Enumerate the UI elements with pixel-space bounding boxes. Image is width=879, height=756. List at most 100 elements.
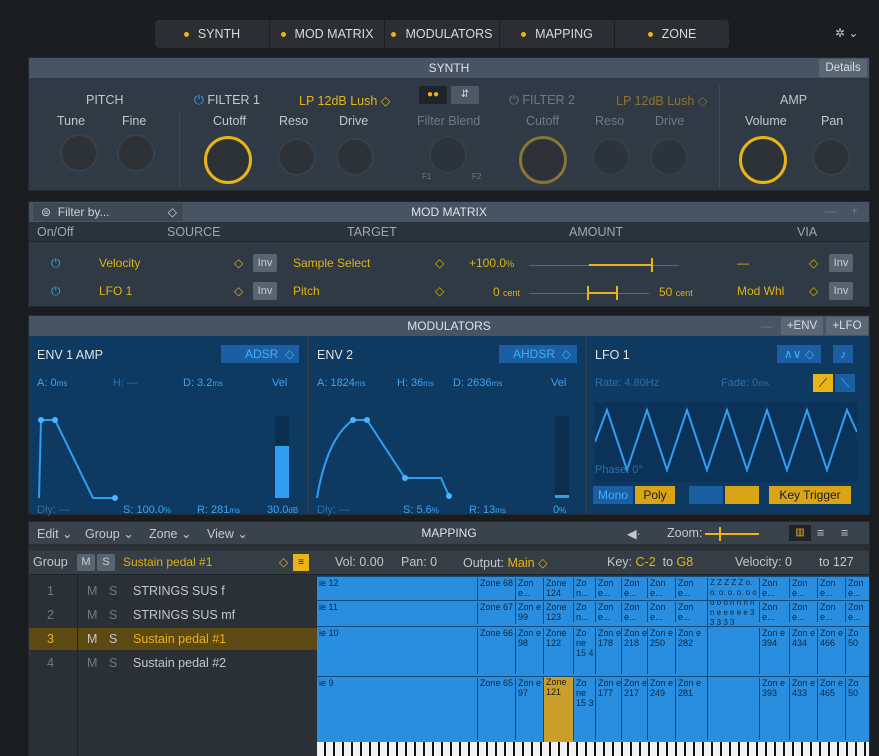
fine-knob[interactable] [117, 134, 155, 172]
group-name-select[interactable]: Sustain pedal #1 [123, 555, 212, 569]
zone-cell-narrow[interactable]: Z Z Z Z Z o. o. o. o. o. o o o o o n n n… [707, 578, 759, 740]
zone-cell[interactable]: Zon e... [595, 602, 621, 622]
zoom-slider-handle[interactable] [719, 527, 721, 541]
volume-knob[interactable] [739, 136, 787, 184]
env1-curve[interactable] [35, 398, 285, 508]
inv-button[interactable]: Inv [253, 254, 277, 272]
via-select[interactable]: — [737, 256, 749, 270]
source-select[interactable]: LFO 1 [99, 284, 132, 298]
add-lfo-button[interactable]: +LFO [826, 317, 868, 335]
mute-button[interactable]: M [87, 632, 97, 646]
speaker-icon[interactable]: ◀· [627, 526, 641, 541]
filter-parallel-icon[interactable]: ⇵ [451, 86, 479, 104]
zone-cell[interactable]: Zon e 434 [789, 628, 817, 674]
tab-mapping[interactable]: MAPPING [500, 20, 615, 48]
zoom-slider[interactable] [705, 533, 759, 535]
mute-button[interactable]: M [77, 554, 95, 571]
via-inv-button[interactable]: Inv [829, 254, 853, 272]
output-field[interactable]: Output: Main ◇ [463, 555, 548, 570]
filter2-type-select[interactable]: LP 12dB Lush ◇ [616, 93, 707, 108]
cutoff1-knob[interactable] [204, 136, 252, 184]
zone-cell[interactable]: Zone 122 [543, 628, 573, 674]
view-menu[interactable]: View ⌄ [207, 526, 248, 541]
lfo-waveform-select[interactable]: ∧∨ ◇ [777, 345, 821, 363]
zone-cell[interactable]: Zo 50 [845, 628, 869, 674]
amount-slider-handle[interactable] [651, 258, 653, 272]
list-icon[interactable]: ≡ [293, 554, 309, 571]
details-button[interactable]: Details [819, 59, 867, 77]
zone-cell[interactable]: Zon e... [817, 578, 845, 598]
zone-menu[interactable]: Zone ⌄ [149, 526, 191, 541]
env2-curve[interactable] [313, 398, 563, 508]
env1-vel-slider[interactable] [275, 416, 289, 498]
amount-slider-handle[interactable] [587, 286, 589, 300]
zone-cell[interactable]: Zo ne 15 4 [573, 628, 595, 674]
add-row-button[interactable]: + [851, 203, 858, 217]
zone-cell[interactable]: Zon e 218 [621, 628, 647, 674]
key-range[interactable]: Key: C-2 to G8 [607, 555, 693, 569]
zone-cell[interactable]: Zon e... [621, 602, 647, 622]
power-icon[interactable]: ⏻ [51, 284, 61, 299]
amount-slider-handle[interactable] [616, 286, 618, 300]
zone-cell[interactable]: Zo n... [573, 602, 595, 622]
zone-cell[interactable]: Zone 67 [477, 602, 515, 624]
zone-cell[interactable]: Zon e 466 [817, 628, 845, 674]
zone-cell[interactable]: Zon e... [647, 578, 675, 598]
zone-cell[interactable]: Zon e 433 [789, 678, 817, 740]
zone-cell[interactable]: Zon e 177 [595, 678, 621, 740]
group-pan[interactable]: Pan: 0 [401, 555, 437, 569]
group-row[interactable]: 2 M S STRINGS SUS mf [29, 604, 317, 626]
filter-serial-icon[interactable]: ●● [419, 86, 447, 104]
tune-knob[interactable] [60, 134, 98, 172]
mute-button[interactable]: M [87, 584, 97, 598]
env2-mode-select[interactable]: AHDSR ◇ [499, 345, 577, 363]
key-trigger-button[interactable]: Key Trigger [769, 486, 851, 504]
remove-row-button[interactable]: — [825, 204, 837, 218]
zone-cell[interactable]: Zon e... [817, 602, 845, 622]
tab-synth[interactable]: SYNTH [155, 20, 270, 48]
zone-cell[interactable]: Zon e 98 [515, 628, 543, 674]
group-row[interactable]: 1 M S STRINGS SUS f [29, 580, 317, 602]
lfo-shape-button-active[interactable] [725, 486, 759, 504]
via-select[interactable]: Mod Whl [737, 284, 784, 298]
zone-cell[interactable]: Zone 68 [477, 578, 515, 600]
filter1-type-select[interactable]: LP 12dB Lush ◇ [299, 93, 390, 108]
zone-cell-selected[interactable]: Zone 121 [543, 677, 573, 742]
fade-in-icon[interactable]: ⟋ [813, 374, 833, 392]
solo-button[interactable]: S [109, 632, 117, 646]
reso1-knob[interactable] [278, 138, 316, 176]
filter-blend-knob[interactable] [429, 136, 467, 174]
target-select[interactable]: Pitch [293, 284, 320, 298]
via-inv-button[interactable]: Inv [829, 282, 853, 300]
filter-by-select[interactable]: ⊜ Filter by... ◇ [33, 203, 183, 221]
drive1-knob[interactable] [336, 138, 374, 176]
zone-cell[interactable]: Zon e 465 [817, 678, 845, 740]
zone-cell[interactable]: Zon e 394 [759, 628, 789, 674]
zone-cell[interactable]: Zon e... [789, 602, 817, 622]
solo-button[interactable]: S [109, 608, 117, 622]
zone-cell[interactable]: Zo 50 [845, 678, 869, 740]
group-menu[interactable]: Group ⌄ [85, 526, 134, 541]
zone-cell[interactable]: ie 9 [317, 678, 477, 688]
tab-modulators[interactable]: MODULATORS [385, 20, 500, 48]
zone-cell[interactable]: Zon e... [621, 578, 647, 598]
add-env-button[interactable]: +ENV [781, 317, 823, 335]
zone-cell[interactable]: Zone 123 [543, 602, 573, 624]
poly-button[interactable]: Poly [635, 486, 675, 504]
piano-keyboard[interactable] [317, 742, 869, 756]
zone-cell[interactable]: Zon e 250 [647, 628, 675, 674]
note-sync-icon[interactable]: ♪ [833, 345, 853, 363]
zone-cell[interactable]: Zo n... [573, 578, 595, 598]
zone-cell[interactable]: Zon e... [789, 578, 817, 598]
zone-cell[interactable]: Zon e 217 [621, 678, 647, 740]
zone-cell[interactable]: Zone 66 [477, 628, 515, 674]
velocity-from[interactable]: Velocity: 0 [735, 555, 792, 569]
filter2-power-icon[interactable]: ⏻ FILTER 2 [509, 93, 575, 108]
zone-cell[interactable]: Zone 65 [477, 678, 515, 740]
fade-out-icon[interactable]: ⟍ [835, 374, 855, 392]
solo-button[interactable]: S [109, 656, 117, 670]
tab-zone[interactable]: ZONE [615, 20, 729, 48]
zone-cell[interactable]: Zon e... [759, 578, 789, 598]
power-icon[interactable]: ⏻ [51, 256, 61, 271]
mono-button[interactable]: Mono [593, 486, 633, 504]
